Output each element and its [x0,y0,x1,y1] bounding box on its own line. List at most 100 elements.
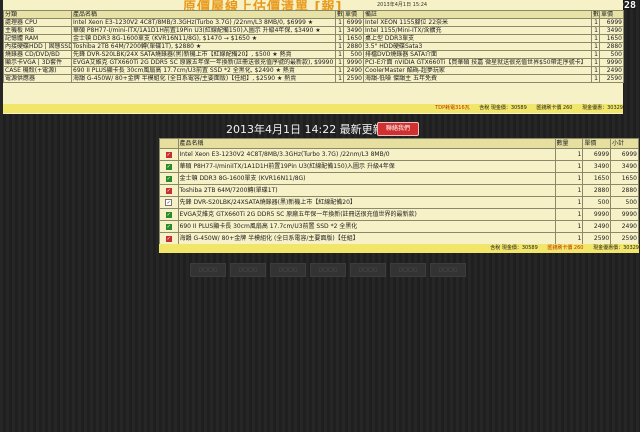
checkbox-cell[interactable]: ✓ [159,184,179,197]
list-product: 先鋒 DVR-S20LBK/24XSATA燒錄器(黑)新機上市【紅線配備20】 [177,196,556,209]
row-note: 3.5" HDD硬碟Sata3 [363,42,592,51]
row-category: 電源供應器 [3,74,72,83]
footer-button[interactable]: ▢▢▢▢ [230,263,266,277]
list-price: 2490 [582,220,612,233]
row-qty2: 1 [591,42,600,51]
row-qty2: 1 [591,50,600,59]
row-product-text: 海韻 G-450W/ 80+金牌 半模組化 (全日系電容/主要面版)【任組】, … [73,75,297,82]
tdp-text: TDP耗電316瓦 [435,105,470,111]
table-row: 顯示卡VGA | 3D套件 EVGA艾維克 GTX660Ti 2G DDR5 SC… [3,58,624,67]
checkbox-icon[interactable]: ✓ [165,212,172,218]
footer-button[interactable]: ▢▢▢▢ [430,263,466,277]
row-product[interactable]: 金士頓 DDR3 8G-1600單支 (KVR16N11/8G), $1470 … [71,34,336,43]
row-note: Intel XEON 1155腳位 22奈米 [363,18,592,27]
row-product[interactable]: Intel Xeon E3-1230V2 4C8T/8MB/3.3GHz(Tur… [71,18,336,27]
footer-button[interactable]: ▢▢▢▢ [390,263,426,277]
row-qty: 1 [335,58,344,67]
row-price: 2590 [343,74,364,83]
checkbox-cell[interactable]: ✓ [159,196,179,209]
row-category: 顯示卡VGA | 3D套件 [3,58,72,67]
card-price: 匯錢刷卡價 260 [536,105,573,111]
row-product[interactable]: 華碩 P8H77-I/mini-ITX/1A1D1H前置19Pin U3(紅線配… [71,26,336,35]
list-price: 1650 [582,172,612,185]
row-product[interactable]: 海韻 G-450W/ 80+金牌 半模組化 (全日系電容/主要面版)【任組】, … [71,74,336,83]
footer-button[interactable]: ▢▢▢▢ [270,263,306,277]
row-note: 桌上型 DDR3單支 [363,34,592,43]
checkbox-cell[interactable]: ✓ [159,220,179,233]
row-category: 主機板 MB [3,26,72,35]
list-qty: 1 [554,160,584,173]
checkbox-icon[interactable]: ✓ [165,188,172,194]
list-price: 2880 [582,184,612,197]
table-row: 記憶體 RAM 金士頓 DDR3 8G-1600單支 (KVR16N11/8G),… [3,34,624,43]
col-category: 分類 [3,10,72,19]
list-price: 2590 [582,232,612,245]
row-price2: 9990 [599,58,624,67]
row-price2: 6999 [599,18,624,27]
checkbox-icon[interactable]: ✓ [165,236,172,242]
list-item: ✓ 690 II PLUS顯卡長 30cm風扇高 17.7cm/U3前置 SSD … [159,220,639,233]
table-row: 電源供應器 海韻 G-450W/ 80+金牌 半模組化 (全日系電容/主要面版)【… [3,74,624,83]
table-row: CASE 機殼(+電源) 690 II PLUS顯卡長 30cm風扇高 17.7c… [3,66,624,75]
row-product-text: Intel Xeon E3-1230V2 4C8T/8MB/3.3GHz(Tur… [73,19,314,26]
row-qty: 1 [335,42,344,51]
row-product-text: 690 II PLUS顯卡長 30cm風扇高 17.7cm/U3前置 SSD *… [73,67,295,74]
row-price2: 2880 [599,42,624,51]
checkbox-cell[interactable]: ✓ [159,172,179,185]
table-row: 燒錄器 CD/DVD/BD 先鋒 DVR-S20LBK/24X SATA燒錄器(黑… [3,50,624,59]
row-price2: 2490 [599,66,624,75]
list-item: ✓ 華碩 P8H77-I/miniITX/1A1D1H前置19Pin U3(紅線配… [159,160,639,173]
footer-button[interactable]: ▢▢▢▢ [190,263,226,277]
row-price: 6999 [343,18,364,27]
checkbox-icon[interactable]: ✓ [165,176,172,182]
footer-button[interactable]: ▢▢▢▢ [350,263,386,277]
row-qty2: 1 [591,74,600,83]
row-qty2: 1 [591,26,600,35]
row-product[interactable]: Toshiba 2TB 64M/7200轉(單碟1T), $2880 ★ [71,42,336,51]
list-total-price: 現金優惠價：30329 [593,245,639,251]
row-note: 海韻-低噪 傑韻主 五年免費 [363,74,592,83]
row-qty: 1 [335,18,344,27]
row-product[interactable]: 690 II PLUS顯卡長 30cm風扇高 17.7cm/U3前置 SSD *… [71,66,336,75]
list-sub: 500 [610,196,639,209]
checkbox-icon[interactable]: ✓ [165,152,172,158]
checkbox-icon[interactable]: ✓ [165,224,172,230]
list-product: 690 II PLUS顯卡長 30cm風扇高 17.7cm/U3前置 SSD *… [177,220,556,233]
row-product-text: 華碩 P8H77-I/mini-ITX/1A1D1H前置19Pin U3(紅線配… [73,27,321,34]
row-note: 排檔DVD燒錄器 SATA介面 [363,50,592,59]
table-row: 處理器 CPU Intel Xeon E3-1230V2 4C8T/8MB/3.3… [3,18,624,27]
checkbox-icon[interactable]: ✓ [165,199,173,206]
cash-price: 含稅 現金價：30589 [479,105,527,111]
list-sub: 2490 [610,220,639,233]
list-col-subtotal: 小計 [610,138,639,149]
row-price: 2490 [343,66,364,75]
list-qty: 1 [554,172,584,185]
footer-button[interactable]: ▢▢▢▢ [310,263,346,277]
checkbox-cell[interactable]: ✓ [159,208,179,221]
checkbox-cell[interactable]: ✓ [159,160,179,173]
list-product: Toshiba 2TB 64M/7200轉(單碟1T) [177,184,556,197]
list-product: 海韻 G-450W/ 80+金牌 半模組化 (全日系電容/主要面版)【任組】 [177,232,556,245]
contact-button[interactable]: 聯絡我們 [377,122,419,136]
checkbox-cell[interactable]: ✓ [159,148,179,161]
row-category: 處理器 CPU [3,18,72,27]
list-qty: 1 [554,148,584,161]
table-row: 主機板 MB 華碩 P8H77-I/mini-ITX/1A1D1H前置19Pin … [3,26,624,35]
total-price: 現金優惠：30329 [582,105,623,111]
list-summary: 含稅 現金價：30589 匯錢刷卡價 260 現金優惠價：30329 [159,244,639,253]
row-product-text: Toshiba 2TB 64M/7200轉(單碟1T), $2880 ★ [73,43,202,50]
list-qty: 1 [554,196,584,209]
row-product[interactable]: 先鋒 DVR-S20LBK/24X SATA燒錄器(黑)新機上市【紅線配備20】… [71,50,336,59]
col-note: 備註 [363,10,592,19]
row-note: Intel 1155/Mini-ITX/含擴充 [363,26,592,35]
list-sub: 2880 [610,184,639,197]
list-price: 3490 [582,160,612,173]
list-col-product: 產品名稱 [177,138,556,149]
selected-list: 產品名稱 數量 單價 小計 ✓ Intel Xeon E3-1230V2 4C8T… [159,138,639,245]
row-qty: 1 [335,66,344,75]
checkbox-cell[interactable]: ✓ [159,232,179,245]
quote-table: 分類 產品名稱 數 單價 備註 數 單價 處理器 CPU Intel Xeon E… [3,10,624,83]
checkbox-icon[interactable]: ✓ [165,164,172,170]
row-product[interactable]: EVGA艾維克 GTX660Ti 2G DDR5 SC 原廠五年保一年換新(註冊… [71,58,336,67]
row-price2: 2590 [599,74,624,83]
